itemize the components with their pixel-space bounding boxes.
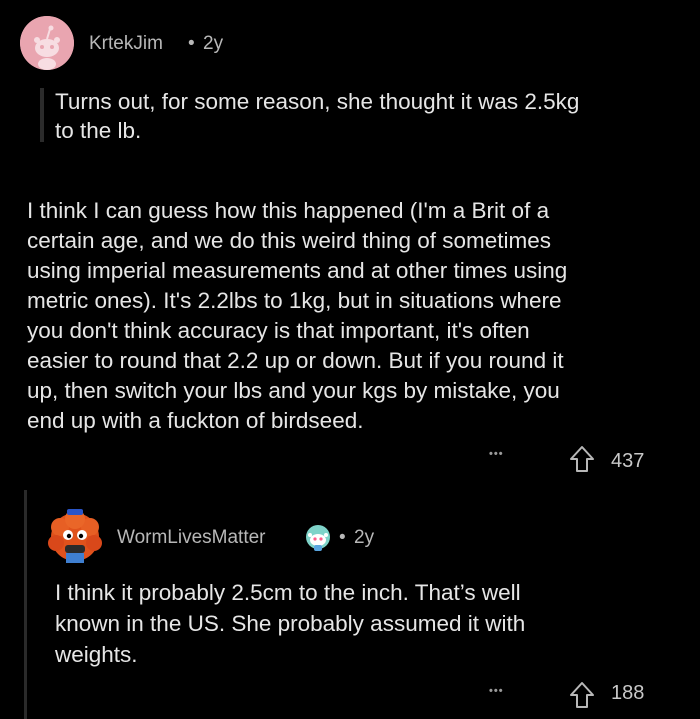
snoo-badge-icon — [306, 525, 330, 551]
upvote-count: 437 — [611, 450, 645, 472]
username[interactable]: WormLivesMatter — [117, 527, 266, 549]
upvote-button[interactable] — [568, 680, 596, 710]
comment-body-line: end up with a fuckton of birdseed. — [27, 408, 364, 433]
quote-line: to the lb. — [55, 118, 142, 143]
comment-body-line: I think I can guess how this happened (I… — [27, 198, 550, 223]
comment-body-line: easier to round that 2.2 up or down. But… — [27, 348, 564, 373]
meta-separator: • — [339, 527, 346, 548]
upvote-arrow-icon — [570, 446, 594, 472]
comment-age[interactable]: 2y — [354, 527, 374, 549]
user-badge — [304, 523, 332, 553]
username[interactable]: KrtekJim — [89, 33, 163, 55]
comment-body-line: weights. — [55, 642, 138, 667]
meta-separator: • — [188, 33, 195, 54]
comment-body-line: you don't think accuracy is that importa… — [27, 318, 530, 343]
comment-body-line: I think it probably 2.5cm to the inch. T… — [55, 580, 521, 605]
comment-body-line: metric ones). It's 2.2lbs to 1kg, but in… — [27, 288, 562, 313]
quote-bar — [40, 88, 44, 142]
snoo-avatar-icon — [20, 16, 74, 70]
comment-body-line: up, then switch your lbs and your kgs by… — [27, 378, 560, 403]
comment-body-line: certain age, and we do this weird thing … — [27, 228, 552, 253]
user-avatar[interactable] — [20, 16, 74, 70]
comment-body-line: using imperial measurements and at other… — [27, 258, 568, 283]
upvote-button[interactable] — [568, 444, 596, 474]
user-avatar[interactable] — [44, 505, 106, 567]
quote-line: Turns out, for some reason, she thought … — [55, 89, 580, 114]
upvote-count: 188 — [611, 682, 645, 704]
upvote-arrow-icon — [570, 682, 594, 708]
more-options-button[interactable]: ••• — [489, 448, 504, 460]
comment-body-line: known in the US. She probably assumed it… — [55, 611, 526, 636]
comment-age[interactable]: 2y — [203, 33, 223, 55]
orange-furry-avatar-icon — [48, 509, 102, 563]
more-options-button[interactable]: ••• — [489, 685, 504, 697]
thread-line[interactable] — [24, 490, 27, 719]
